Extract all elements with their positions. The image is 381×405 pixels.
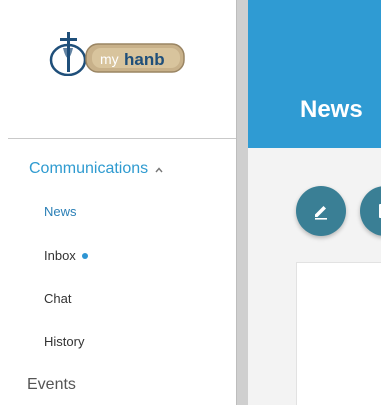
page-title: News: [300, 96, 363, 123]
page-header: News: [248, 0, 381, 148]
sidebar-item-label: News: [44, 204, 77, 219]
sidebar-item-label: History: [44, 334, 85, 349]
svg-text:my: my: [100, 51, 119, 67]
unread-indicator-icon: [81, 252, 88, 259]
sidebar-section-label: Communications: [29, 160, 149, 177]
sidebar-item-chat[interactable]: Chat: [44, 291, 71, 306]
main-content: News: [248, 0, 381, 405]
chevron-up-icon: [154, 162, 164, 173]
edit-button[interactable]: [296, 186, 346, 236]
sidebar-item-label: Events: [27, 376, 76, 393]
svg-text:hanb: hanb: [124, 50, 165, 69]
sidebar-item-news[interactable]: News: [44, 204, 77, 219]
sidebar-item-inbox[interactable]: Inbox: [44, 248, 88, 263]
document-button[interactable]: [360, 186, 381, 236]
sidebar: my hanb Communications News Inbox Chat H…: [0, 0, 236, 405]
myhanb-logo-icon: my hanb: [49, 32, 185, 77]
sidebar-item-label: Inbox: [44, 248, 76, 263]
pencil-icon: [315, 206, 327, 220]
sidebar-divider: [8, 138, 236, 139]
sidebar-item-events[interactable]: Events: [27, 376, 76, 394]
pane-splitter[interactable]: [236, 0, 248, 405]
sidebar-section-communications[interactable]: Communications: [29, 160, 164, 178]
app-logo[interactable]: my hanb: [36, 32, 186, 77]
document-icon: [379, 204, 381, 218]
sidebar-item-label: Chat: [44, 291, 72, 306]
news-card: [296, 262, 381, 405]
sidebar-item-history[interactable]: History: [44, 334, 84, 349]
